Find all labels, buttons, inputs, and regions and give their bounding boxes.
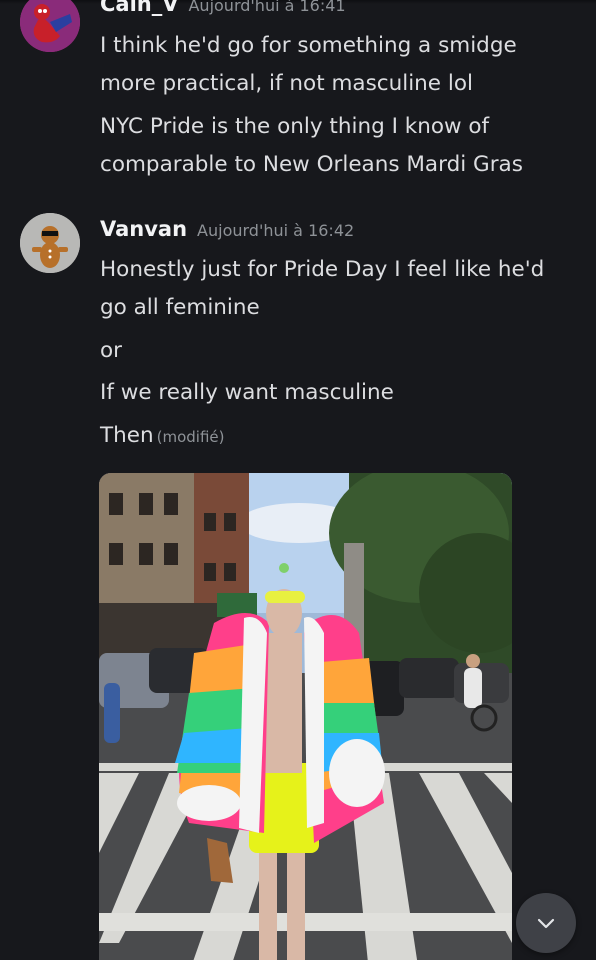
message-text: NYC Pride is the only thing I know of xyxy=(100,114,490,139)
gingerbread-avatar-icon[interactable] xyxy=(20,213,80,273)
photo-attachment[interactable] xyxy=(99,473,512,960)
message-text: or xyxy=(100,338,122,363)
message-text: more practical, if not masculine lol xyxy=(100,71,473,96)
message-text: Then xyxy=(100,423,154,448)
photo-attachment-icon xyxy=(99,473,512,960)
timestamp: Aujourd'hui à 16:41 xyxy=(188,0,346,15)
message-text: Honestly just for Pride Day I feel like … xyxy=(100,257,545,282)
scroll-to-bottom-button[interactable] xyxy=(516,893,576,953)
spiderman-avatar-icon[interactable] xyxy=(20,0,80,52)
username[interactable]: Cain_V xyxy=(100,0,178,16)
chevron-down-icon xyxy=(537,918,555,929)
chat-message-list[interactable]: Cain_V Aujourd'hui à 16:41 I think he'd g… xyxy=(0,0,596,960)
timestamp: Aujourd'hui à 16:42 xyxy=(197,221,355,240)
message-text-edited: Then (modifié) xyxy=(100,417,580,456)
edited-label: (modifié) xyxy=(156,428,225,446)
message-text: I think he'd go for something a smidge xyxy=(100,33,517,58)
username[interactable]: Vanvan xyxy=(100,217,187,241)
message-text: go all feminine xyxy=(100,295,260,320)
message-text: comparable to New Orleans Mardi Gras xyxy=(100,152,523,177)
message-header: Cain_V Aujourd'hui à 16:41 xyxy=(100,0,346,16)
message-text: If we really want masculine xyxy=(100,380,394,405)
message-header: Vanvan Aujourd'hui à 16:42 xyxy=(100,217,354,241)
